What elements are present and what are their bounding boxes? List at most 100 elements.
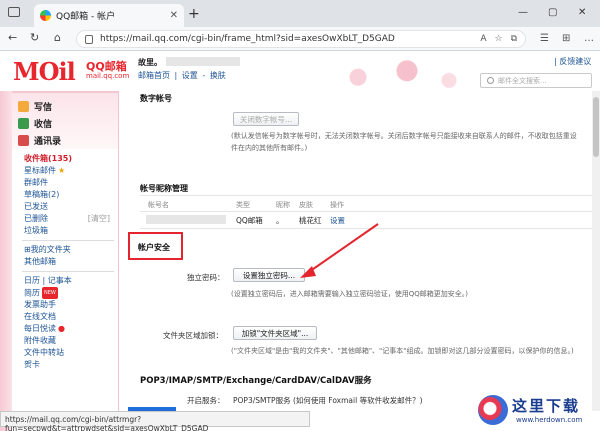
inbox-label: 收信 xyxy=(34,120,53,130)
address-bar[interactable]: https://mail.qq.com/cgi-bin/frame_html?s… xyxy=(76,30,526,48)
settings-link[interactable]: 设置 xyxy=(182,71,198,80)
favorite-icon[interactable]: ☆ xyxy=(494,34,502,44)
sent-label: 已发送 xyxy=(24,202,48,211)
sidebar-item-sent[interactable]: 已发送 xyxy=(24,201,118,213)
browser-tab[interactable]: QQ邮箱 - 帐户 ✕ xyxy=(34,4,184,27)
col-type: 类型 xyxy=(236,201,250,209)
highlight-box xyxy=(128,232,183,260)
favorites-bar-icon[interactable]: ☰ xyxy=(540,33,549,44)
group-label: 群邮件 xyxy=(24,178,48,187)
star-icon: ★ xyxy=(58,166,66,175)
sidebar-actions: 写信 收信 通讯录 xyxy=(12,91,118,149)
my-folders-label: 我的文件夹 xyxy=(30,245,71,254)
sidebar-item-drafts[interactable]: 草稿箱(2) xyxy=(24,189,118,201)
status-bar-url: https://mail.qq.com/cgi-bin/attrmgr?fun=… xyxy=(0,411,310,431)
row-skin: 桃花红 xyxy=(299,216,322,225)
sidebar-item-group[interactable]: 群邮件 xyxy=(24,177,118,189)
contacts-label: 通讯录 xyxy=(34,137,62,147)
refresh-icon[interactable]: ↻ xyxy=(30,31,39,44)
close-tab-icon[interactable]: ✕ xyxy=(170,10,178,21)
sidebar-item-starred[interactable]: 星标邮件 ★ xyxy=(24,165,118,177)
drafts-label: 草稿箱(2) xyxy=(24,190,60,199)
calendar-label: 日历 | 记事本 xyxy=(24,276,72,285)
digit-account-note: (默认发信帐号为数字帐号时，无法关闭数字帐号。关闭后数字帐号只能接收来自联系人的… xyxy=(231,130,591,154)
spam-label: 垃圾箱 xyxy=(24,226,48,235)
qq-mail-favicon-icon xyxy=(40,10,51,21)
docs-label: 在线文档 xyxy=(24,312,56,321)
sidebar-item-invoice[interactable]: 发票助手 xyxy=(24,299,118,311)
col-account: 帐号名 xyxy=(148,201,169,209)
sidebar-item-deleted[interactable]: 已删除 [清空] xyxy=(24,213,118,225)
read-aloud-icon[interactable]: A xyxy=(480,34,486,44)
col-action: 操作 xyxy=(330,201,344,209)
sidebar-item-my-folders[interactable]: ⊞我的文件夹 xyxy=(24,244,118,256)
sidebar: 写信 收信 通讯录 收件箱(135) 星标邮件 ★ 群邮件 草稿箱(2) 已发送 … xyxy=(12,91,118,431)
folder-lock-note: ("文件夹区域"是由"我的文件夹"、"其他邮箱"、"记事本"组成。加锁即对这几部… xyxy=(231,347,574,355)
tab-title: QQ邮箱 - 帐户 xyxy=(56,12,116,22)
back-icon[interactable]: ← xyxy=(8,31,17,44)
sidebar-item-inbox[interactable]: 收件箱(135) xyxy=(24,153,118,165)
more-icon[interactable]: … xyxy=(584,33,594,44)
home-link[interactable]: 邮箱首页 xyxy=(138,71,170,80)
folder-lock-label: 文件夹区域加锁： xyxy=(163,331,223,340)
masked-account xyxy=(146,215,226,224)
url-text: https://mail.qq.com/cgi-bin/frame_html?s… xyxy=(100,34,395,44)
lock-folder-area-button[interactable]: 加锁"文件夹区域"... xyxy=(233,326,317,340)
new-tab-icon[interactable]: + xyxy=(188,6,200,22)
deleted-label: 已删除 xyxy=(24,214,48,223)
maximize-icon[interactable]: ▢ xyxy=(548,7,557,18)
mail-search-box[interactable]: 邮件全文搜索... xyxy=(480,73,592,88)
close-window-icon[interactable]: ✕ xyxy=(578,7,586,18)
unread-dot-icon: ● xyxy=(58,324,65,333)
sidebar-item-transfer[interactable]: 文件中转站 xyxy=(24,347,118,359)
sidebar-item-cards[interactable]: 贺卡 xyxy=(24,359,118,371)
pencil-icon xyxy=(18,101,29,112)
sidebar-item-attachments[interactable]: 附件收藏 xyxy=(24,335,118,347)
inbox-button[interactable]: 收信 xyxy=(18,116,118,131)
home-icon[interactable]: ⌂ xyxy=(54,31,61,44)
main-scrollbar[interactable] xyxy=(592,91,600,411)
blossom-decoration xyxy=(330,58,470,90)
switch-skin-link[interactable]: 换肤 xyxy=(210,71,226,80)
sidebar-divider xyxy=(22,240,114,241)
row-type: QQ邮箱 xyxy=(236,216,263,225)
sidebar-item-spam[interactable]: 垃圾箱 xyxy=(24,225,118,237)
watermark-logo-icon xyxy=(478,395,508,425)
sidebar-item-other-mailbox[interactable]: 其他邮箱 xyxy=(24,256,118,268)
cards-label: 贺卡 xyxy=(24,360,40,369)
feedback-link[interactable]: | 反馈建议 xyxy=(554,56,591,67)
empty-trash-link[interactable]: [清空] xyxy=(88,213,110,225)
close-digit-account-button[interactable]: 关闭数字帐号... xyxy=(233,112,299,126)
sidebar-item-calendar[interactable]: 日历 | 记事本 xyxy=(24,275,118,287)
resume-label: 简历 xyxy=(24,288,40,298)
sidebar-item-docs[interactable]: 在线文档 xyxy=(24,311,118,323)
extensions-icon[interactable]: ⧉ xyxy=(511,34,517,44)
sidebar-item-resume[interactable]: 简历 NEW xyxy=(24,287,118,299)
lock-icon xyxy=(85,34,93,44)
collections-icon[interactable]: ⊞ xyxy=(562,33,570,44)
user-greeting: 故里。 xyxy=(138,58,162,67)
transfer-label: 文件中转站 xyxy=(24,348,64,357)
write-button[interactable]: 写信 xyxy=(18,99,118,114)
col-skin: 皮肤 xyxy=(299,201,313,209)
search-placeholder: 邮件全文搜索... xyxy=(498,76,547,85)
col-nickname: 昵称 xyxy=(276,201,290,209)
contacts-icon xyxy=(18,135,29,146)
scrollbar-thumb[interactable] xyxy=(593,97,599,157)
minimize-icon[interactable]: — xyxy=(518,7,528,18)
invoice-label: 发票助手 xyxy=(24,300,56,309)
set-independent-password-button[interactable]: 设置独立密码... xyxy=(233,268,305,282)
row-settings-link[interactable]: 设置 xyxy=(330,215,345,226)
reading-label: 每日悦读 xyxy=(24,324,56,333)
watermark-text: 这里下载 xyxy=(512,397,581,415)
sidebar-item-reading[interactable]: 每日悦读 ● xyxy=(24,323,118,335)
inbox-count-label: 收件箱(135) xyxy=(24,154,73,163)
browser-tabbar: QQ邮箱 - 帐户 ✕ + — ▢ ✕ xyxy=(0,0,600,27)
contacts-button[interactable]: 通讯录 xyxy=(18,133,118,148)
mail-logo[interactable]: MOil xyxy=(13,57,76,86)
digit-note-line-1: (默认发信帐号为数字帐号时，无法关闭数字帐号。关闭后数字帐号只能接收来自联系人的… xyxy=(231,132,577,140)
tab-actions-icon[interactable] xyxy=(8,7,20,17)
masked-email xyxy=(166,57,240,66)
pop3-smtp-row[interactable]: POP3/SMTP服务 (如何使用 Foxmail 等软件收发邮件？) xyxy=(233,395,423,406)
row-nickname: 。 xyxy=(276,216,284,225)
